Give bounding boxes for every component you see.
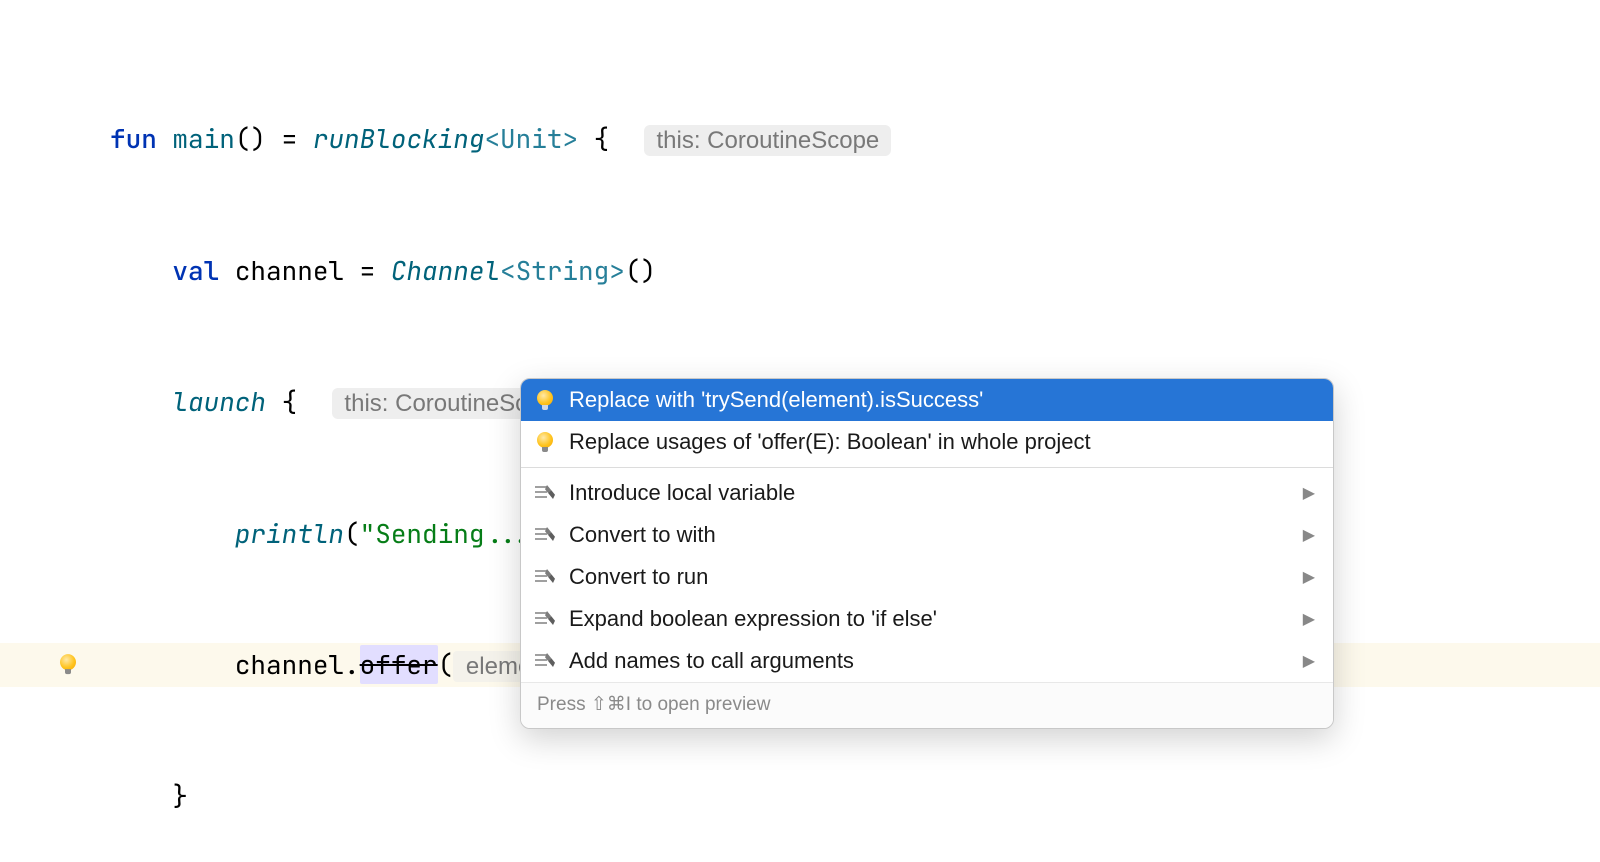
intention-action-icon — [535, 609, 555, 629]
popup-footer-hint: Press ⇧⌘I to open preview — [521, 682, 1333, 728]
lightbulb-icon — [535, 390, 555, 410]
intention-action-item[interactable]: Convert to with ▶ — [521, 514, 1333, 556]
intention-action-label: Expand boolean expression to 'if else' — [569, 606, 937, 632]
intention-action-item[interactable]: Replace with 'trySend(element).isSuccess… — [521, 379, 1333, 421]
chevron-right-icon: ▶ — [1303, 483, 1315, 503]
code-line[interactable]: } — [0, 774, 1600, 818]
chevron-right-icon: ▶ — [1303, 525, 1315, 545]
intention-action-item[interactable]: Convert to run ▶ — [521, 556, 1333, 598]
intention-action-icon — [535, 525, 555, 545]
intention-action-item[interactable]: Introduce local variable ▶ — [521, 472, 1333, 514]
intention-action-label: Convert to with — [569, 522, 716, 548]
intention-action-label: Introduce local variable — [569, 480, 795, 506]
keyword-fun: fun — [110, 121, 157, 156]
gutter-intention-bulb-icon[interactable] — [58, 643, 78, 687]
intention-action-label: Replace usages of 'offer(E): Boolean' in… — [569, 429, 1091, 455]
function-name: main — [172, 121, 234, 156]
deprecated-call: offer — [360, 645, 438, 684]
chevron-right-icon: ▶ — [1303, 609, 1315, 629]
inlay-hint: this: CoroutineScope — [644, 125, 891, 156]
intention-actions-popup[interactable]: Replace with 'trySend(element).isSuccess… — [520, 378, 1334, 729]
intention-action-item[interactable]: Add names to call arguments ▶ — [521, 640, 1333, 682]
intention-action-label: Add names to call arguments — [569, 648, 854, 674]
chevron-right-icon: ▶ — [1303, 651, 1315, 671]
lightbulb-icon — [535, 432, 555, 452]
call-runblocking: runBlocking — [313, 121, 485, 156]
code-line[interactable]: val channel = Channel<String>() — [0, 249, 1600, 293]
popup-separator — [521, 467, 1333, 468]
intention-action-item[interactable]: Replace usages of 'offer(E): Boolean' in… — [521, 421, 1333, 463]
intention-action-item[interactable]: Expand boolean expression to 'if else' ▶ — [521, 598, 1333, 640]
intention-action-icon — [535, 651, 555, 671]
intention-action-icon — [535, 483, 555, 503]
intention-action-label: Convert to run — [569, 564, 708, 590]
intention-action-label: Replace with 'trySend(element).isSuccess… — [569, 387, 983, 413]
intention-action-icon — [535, 567, 555, 587]
chevron-right-icon: ▶ — [1303, 567, 1315, 587]
code-line[interactable]: fun main() = runBlocking<Unit> { this: C… — [0, 117, 1600, 161]
